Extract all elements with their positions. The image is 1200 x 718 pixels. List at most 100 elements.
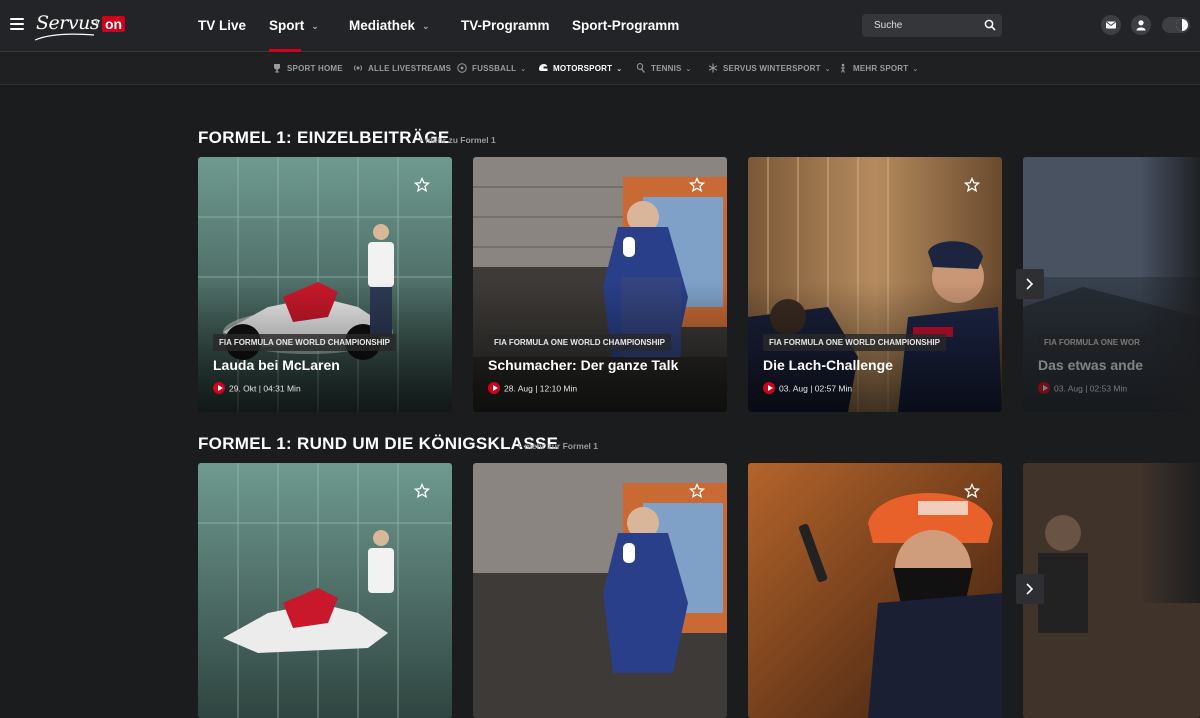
- star-icon[interactable]: [414, 177, 430, 193]
- video-title: Die Lach-Challenge: [763, 357, 893, 373]
- trophy-icon: [274, 63, 280, 73]
- nav-sport-programm-label: Sport-Programm: [572, 18, 680, 33]
- search-input[interactable]: [862, 14, 982, 37]
- section-title-rund-um-die-koenigsklasse: FORMEL 1: RUND UM DIE KÖNIGSKLASSE: [198, 434, 559, 453]
- chevron-down-icon: ⌄: [520, 66, 527, 73]
- video-duration: 02:57 Min: [814, 383, 853, 394]
- nav-tv-programm[interactable]: TV-Programm: [461, 0, 550, 52]
- video-date: 28. Aug: [504, 383, 533, 394]
- video-date: 29. Okt: [229, 383, 257, 394]
- subnav-servus-wintersport[interactable]: SERVUS WINTERSPORT ⌄: [708, 53, 831, 85]
- search-icon[interactable]: [984, 19, 996, 31]
- subnav-sport-home[interactable]: SPORT HOME: [272, 53, 343, 85]
- section-more-link[interactable]: + mehr zu Formel 1: [418, 135, 496, 145]
- play-icon: [1038, 382, 1050, 394]
- video-meta: 03. Aug | 02:53 Min: [1038, 382, 1128, 395]
- video-card[interactable]: FIA FORMULA ONE WORLD CHAMPIONSHIP Schum…: [473, 157, 727, 412]
- video-title: Lauda bei McLaren: [213, 357, 340, 373]
- video-thumbnail: [198, 463, 452, 718]
- video-card[interactable]: [748, 463, 1002, 718]
- play-icon: [488, 382, 500, 394]
- video-card[interactable]: FIA FORMULA ONE WORLD CHAMPIONSHIP Lauda…: [198, 157, 452, 412]
- subnav-tennis[interactable]: TENNIS ⌄: [636, 53, 692, 85]
- nav-tv-programm-label: TV-Programm: [461, 18, 550, 33]
- mail-icon: [1106, 21, 1116, 29]
- video-card[interactable]: [473, 463, 727, 718]
- livestream-icon: [353, 65, 363, 71]
- competition-tag: FIA FORMULA ONE WORLD CHAMPIONSHIP: [763, 334, 946, 351]
- subnav-motorsport[interactable]: MOTORSPORT ⌄: [538, 53, 622, 85]
- star-icon[interactable]: [964, 177, 980, 193]
- logo-script: Servus: [36, 12, 100, 34]
- helmet-icon: [539, 63, 548, 71]
- chevron-down-icon: ⌄: [616, 66, 623, 73]
- video-meta: 28. Aug | 12:10 Min: [488, 382, 578, 395]
- user-icon: [1136, 20, 1146, 31]
- competition-tag: FIA FORMULA ONE WORLD CHAMPIONSHIP: [488, 334, 671, 351]
- chevron-down-icon: ⌄: [422, 21, 430, 31]
- star-icon[interactable]: [689, 483, 705, 499]
- snowflake-icon: [708, 63, 718, 73]
- football-icon: [457, 63, 467, 73]
- subnav-servus-wintersport-label: SERVUS WINTERSPORT: [723, 64, 821, 73]
- video-duration: 04:31 Min: [263, 383, 301, 394]
- video-thumbnail: [473, 463, 727, 718]
- subnav-sport-home-label: SPORT HOME: [287, 64, 343, 73]
- dark-mode-toggle[interactable]: [1162, 17, 1190, 33]
- video-date: 03. Aug: [779, 383, 808, 394]
- servus-tv-on-logo[interactable]: Servus TV on: [34, 10, 130, 42]
- chevron-right-icon: [1026, 583, 1034, 595]
- nav-sport-programm[interactable]: Sport-Programm: [572, 0, 679, 52]
- play-icon: [763, 382, 775, 394]
- video-meta: 03. Aug | 02:57 Min: [763, 382, 853, 395]
- video-thumbnail: [748, 463, 1002, 718]
- chevron-down-icon: ⌄: [685, 66, 692, 73]
- video-duration: 12:10 Min: [539, 383, 578, 394]
- subnav-alle-livestreams[interactable]: ALLE LIVESTREAMS: [353, 53, 451, 85]
- nav-tv-live-label: TV Live: [198, 18, 247, 33]
- video-card[interactable]: [1023, 463, 1200, 718]
- subnav-mehr-sport-label: MEHR SPORT: [853, 64, 909, 73]
- competition-tag: FIA FORMULA ONE WOR: [1038, 334, 1146, 351]
- account-button[interactable]: [1131, 15, 1151, 35]
- carousel-next-button[interactable]: [1016, 269, 1044, 299]
- video-title: Das etwas ande: [1038, 357, 1144, 373]
- logo-swoosh: [34, 33, 95, 41]
- chevron-right-icon: [1026, 278, 1034, 290]
- star-icon[interactable]: [964, 483, 980, 499]
- subnav-tennis-label: TENNIS: [651, 64, 682, 73]
- moon-icon: [1176, 19, 1188, 31]
- menu-icon[interactable]: [10, 18, 24, 30]
- more-sport-icon: [841, 63, 845, 73]
- play-icon: [213, 382, 225, 394]
- sport-subnavigation: SPORT HOME ALLE LIVESTREAMS FUSSBALL ⌄ MO…: [0, 53, 1200, 85]
- subnav-fussball[interactable]: FUSSBALL ⌄: [457, 53, 526, 85]
- subnav-mehr-sport[interactable]: MEHR SPORT ⌄: [838, 53, 918, 85]
- nav-tv-live[interactable]: TV Live: [198, 0, 246, 52]
- video-date: 03. Aug: [1054, 383, 1083, 394]
- video-thumbnail: [1023, 463, 1200, 718]
- subnav-alle-livestreams-label: ALLE LIVESTREAMS: [368, 64, 452, 73]
- logo-tv: TV: [91, 20, 100, 27]
- carousel-next-button[interactable]: [1016, 574, 1044, 604]
- logo-on-badge: on: [102, 16, 126, 32]
- nav-sport-label: Sport: [269, 18, 305, 33]
- search-box: [862, 14, 1002, 37]
- section-more-link[interactable]: + mehr zur Formel 1: [517, 441, 598, 451]
- nav-mediathek-label: Mediathek: [349, 18, 416, 33]
- messages-button[interactable]: [1101, 15, 1121, 35]
- video-card[interactable]: FIA FORMULA ONE WORLD CHAMPIONSHIP Die L…: [748, 157, 1002, 412]
- section-title-einzelbeitraege: FORMEL 1: EINZELBEITRÄGE: [198, 128, 450, 147]
- video-card[interactable]: [198, 463, 452, 718]
- subnav-motorsport-label: MOTORSPORT: [553, 64, 613, 73]
- chevron-down-icon: ⌄: [311, 21, 319, 31]
- star-icon[interactable]: [414, 483, 430, 499]
- nav-sport[interactable]: Sport ⌄: [269, 0, 319, 52]
- video-title: Schumacher: Der ganze Talk: [488, 357, 679, 373]
- nav-mediathek[interactable]: Mediathek ⌄: [349, 0, 430, 52]
- video-card[interactable]: FIA FORMULA ONE WOR Das etwas ande 03. A…: [1023, 157, 1200, 412]
- chevron-down-icon: ⌄: [912, 66, 919, 73]
- video-duration: 02:53 Min: [1089, 383, 1128, 394]
- star-icon[interactable]: [689, 177, 705, 193]
- tennis-icon: [636, 62, 645, 73]
